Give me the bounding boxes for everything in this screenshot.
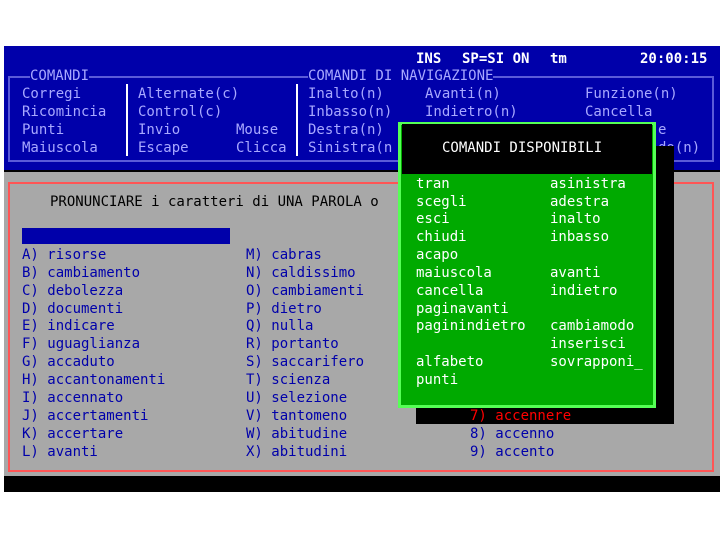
word-m[interactable]: M) cabras [246,246,322,264]
column-separator [296,84,298,156]
nav-avanti[interactable]: Avanti(n) [425,85,501,103]
word-x[interactable]: X) abitudini [246,443,347,461]
popup-cmd-cancella[interactable]: cancella [416,282,483,300]
popup-cmd-adestra[interactable]: adestra [550,193,609,211]
popup-cmd-esci[interactable]: esci [416,210,450,228]
cmd-mouse[interactable]: Mouse [236,121,278,139]
popup-cmd-alfabeto[interactable]: alfabeto [416,353,483,371]
bottom-strip [4,476,720,492]
word-n[interactable]: N) caldissimo [246,264,356,282]
popup-cmd-maiuscola[interactable]: maiuscola [416,264,492,282]
popup-cmd-sovrapponi[interactable]: sovrapponi_ [550,353,643,371]
popup-cmd-inserisci[interactable]: inserisci [550,335,626,353]
popup-cmd-chiudi[interactable]: chiudi [416,228,467,246]
popup-title: COMANDI DISPONIBILI [442,140,603,156]
word-o[interactable]: O) cambiamenti [246,282,364,300]
cmd-funzione[interactable]: Funzione(n) [585,85,678,103]
popup-cmd-avanti[interactable]: avanti [550,264,601,282]
popup-cmd-punti[interactable]: punti [416,371,458,389]
word-g[interactable]: G) accaduto [22,353,115,371]
popup-cmd-scegli[interactable]: scegli [416,193,467,211]
word-u[interactable]: U) selezione [246,389,347,407]
cmd-ricomincia[interactable]: Ricomincia [22,103,106,121]
instruction-text: PRONUNCIARE i caratteri di UNA PAROLA o [50,194,379,210]
navigation-title: COMANDI DI NAVIGAZIONE [308,67,494,85]
word-w[interactable]: W) abitudine [246,425,347,443]
nav-destra[interactable]: Destra(n) [308,121,384,139]
nav-indietro[interactable]: Indietro(n) [425,103,518,121]
word-j[interactable]: J) accertamenti [22,407,148,425]
popup-cmd-paginavanti[interactable]: paginavanti [416,300,509,318]
cmd-invio[interactable]: Invio [138,121,180,139]
word-v[interactable]: V) tantomeno [246,407,347,425]
popup-cmd-indietro[interactable]: indietro [550,282,617,300]
word-f[interactable]: F) uguaglianza [22,335,140,353]
word-7[interactable]: 7) accennere [470,407,571,425]
cmd-escape[interactable]: Escape [138,139,189,157]
cmd-clicca[interactable]: Clicca [236,139,287,157]
word-q[interactable]: Q) nulla [246,317,313,335]
popup-cmd-acapo[interactable]: acapo [416,246,458,264]
word-c[interactable]: C) debolezza [22,282,123,300]
cmd-partial-e: e [658,122,667,138]
word-i[interactable]: I) accennato [22,389,123,407]
popup-cmd-cambiamodo[interactable]: cambiamodo [550,317,634,335]
nav-inbasso[interactable]: Inbasso(n) [308,103,392,121]
word-a[interactable]: A) risorse [22,246,106,264]
status-label: tm [550,51,567,67]
word-8[interactable]: 8) accenno [470,425,554,443]
commands-title: COMANDI [30,67,90,85]
word-e[interactable]: E) indicare [22,317,115,335]
word-h[interactable]: H) accantonamenti [22,371,165,389]
word-l[interactable]: L) avanti [22,443,98,461]
cmd-alternate[interactable]: Alternate(c) [138,85,239,103]
word-9[interactable]: 9) accento [470,443,554,461]
word-b[interactable]: B) cambiamento [22,264,140,282]
status-bar [4,46,720,68]
cmd-punti[interactable]: Punti [22,121,64,139]
popup-cmd-paginindietro[interactable]: paginindietro [416,317,526,335]
cmd-cancella[interactable]: Cancella [585,103,652,121]
word-t[interactable]: T) scienza [246,371,330,389]
word-p[interactable]: P) dietro [246,300,322,318]
word-s[interactable]: S) saccarifero [246,353,364,371]
column-separator [126,84,128,156]
popup-cmd-tran[interactable]: tran [416,175,450,193]
speech-status: SP=SI ON [462,51,530,67]
cmd-control[interactable]: Control(c) [138,103,222,121]
word-d[interactable]: D) documenti [22,300,123,318]
ins-indicator: INS [416,51,442,67]
popup-cmd-inbasso[interactable]: inbasso [550,228,609,246]
cmd-corregi[interactable]: Corregi [22,85,81,103]
nav-sinistra[interactable]: Sinistra(n [308,139,392,157]
word-r[interactable]: R) portanto [246,335,339,353]
popup-cmd-asinistra[interactable]: asinistra [550,175,626,193]
input-field[interactable] [22,228,230,244]
cmd-maiuscola[interactable]: Maiuscola [22,139,98,157]
word-k[interactable]: K) accertare [22,425,123,443]
nav-inalto[interactable]: Inalto(n) [308,85,384,103]
popup-cmd-inalto[interactable]: inalto [550,210,601,228]
clock: 20:00:15 [640,51,708,67]
